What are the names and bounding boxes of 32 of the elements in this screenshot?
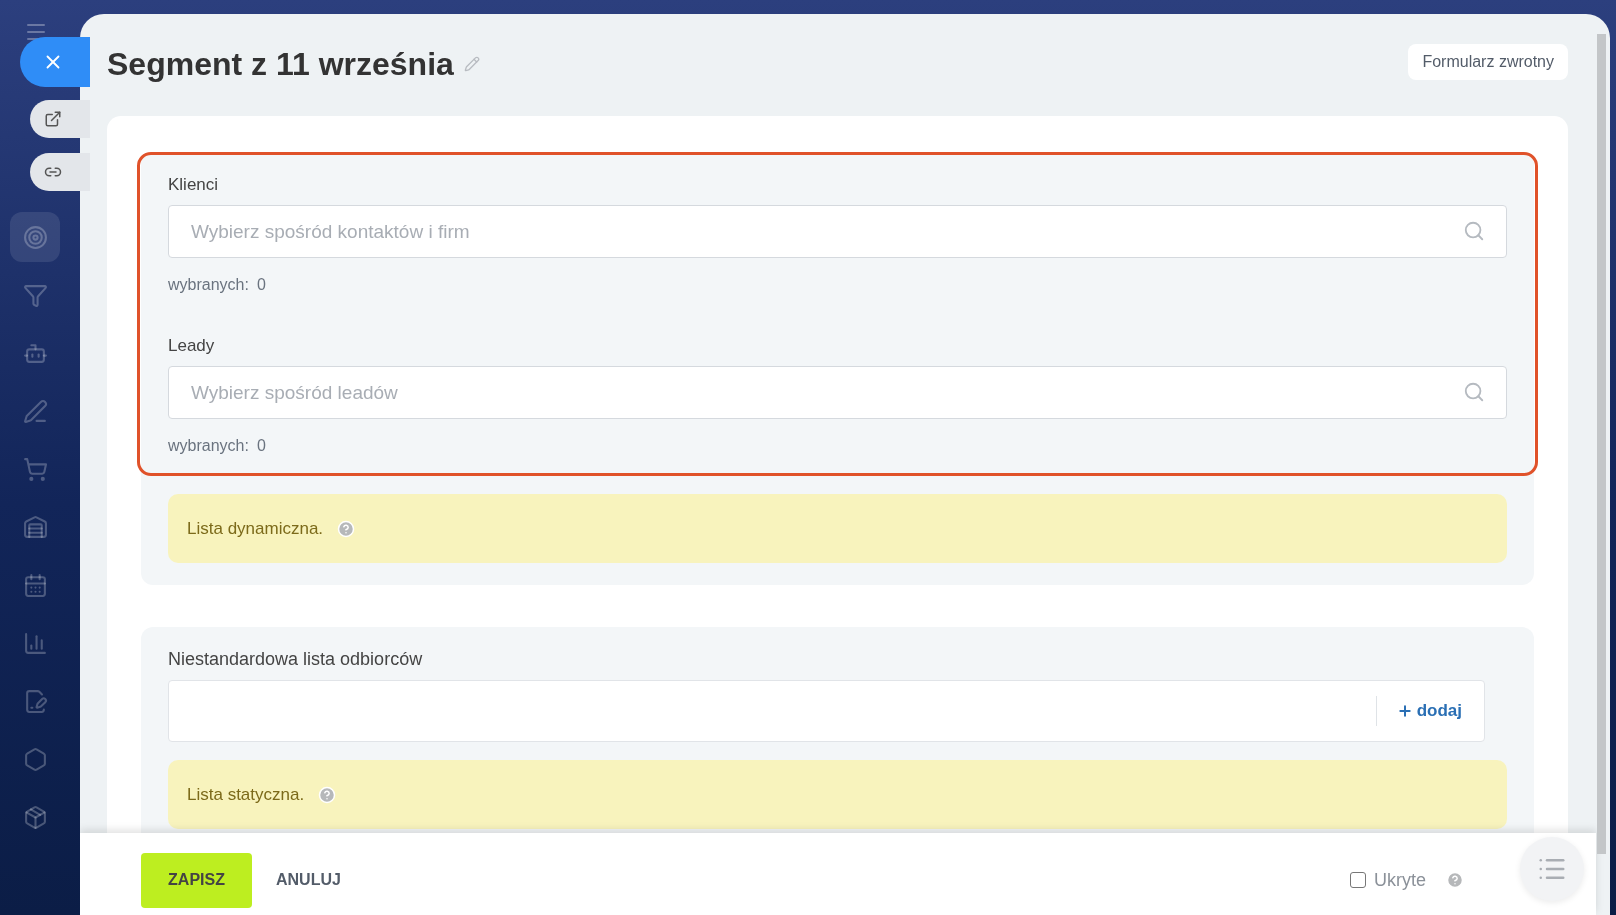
edit-icon[interactable] <box>463 56 480 72</box>
help-icon[interactable] <box>318 785 337 804</box>
field-label: Klienci <box>168 175 220 195</box>
checkbox[interactable] <box>1350 872 1366 888</box>
help-icon[interactable] <box>337 519 356 538</box>
search-icon[interactable] <box>1463 381 1485 403</box>
field-label: Niestandardowa lista odbiorców <box>168 649 424 670</box>
search-icon[interactable] <box>1463 220 1485 242</box>
search-field[interactable]: Wybierz spośród kontaktów i firm <box>168 205 1507 258</box>
count-value: 0 <box>256 437 266 455</box>
count-value: 0 <box>256 276 266 294</box>
search-field[interactable]: Wybierz spośród leadów <box>168 366 1507 419</box>
list-menu-button[interactable] <box>1520 837 1584 901</box>
checkbox-label: Ukryte <box>1374 869 1426 891</box>
help-icon[interactable] <box>1446 871 1464 889</box>
plus-icon <box>1396 703 1413 719</box>
page-title: Segment z 11 września <box>107 45 454 83</box>
open-external-button[interactable] <box>30 100 90 138</box>
add-button[interactable]: dodaj <box>1375 696 1484 726</box>
input-field[interactable]: dodaj <box>168 680 1485 742</box>
external-link-icon <box>44 110 62 128</box>
notice-text: Lista dynamiczna. <box>187 518 324 539</box>
feedback-button[interactable]: Formularz zwrotny <box>1408 44 1568 80</box>
field-label: Leady <box>168 336 216 356</box>
count-label: wybranych: <box>168 437 249 455</box>
close-button[interactable] <box>20 37 90 87</box>
cancel-button[interactable]: ANULUJ <box>270 870 347 890</box>
copy-link-button[interactable] <box>30 153 90 191</box>
notice-text: Lista statyczna. <box>187 784 305 805</box>
count-label: wybranych: <box>168 276 249 294</box>
save-button[interactable]: ZAPISZ <box>141 852 252 908</box>
target-icon[interactable] <box>10 212 60 262</box>
